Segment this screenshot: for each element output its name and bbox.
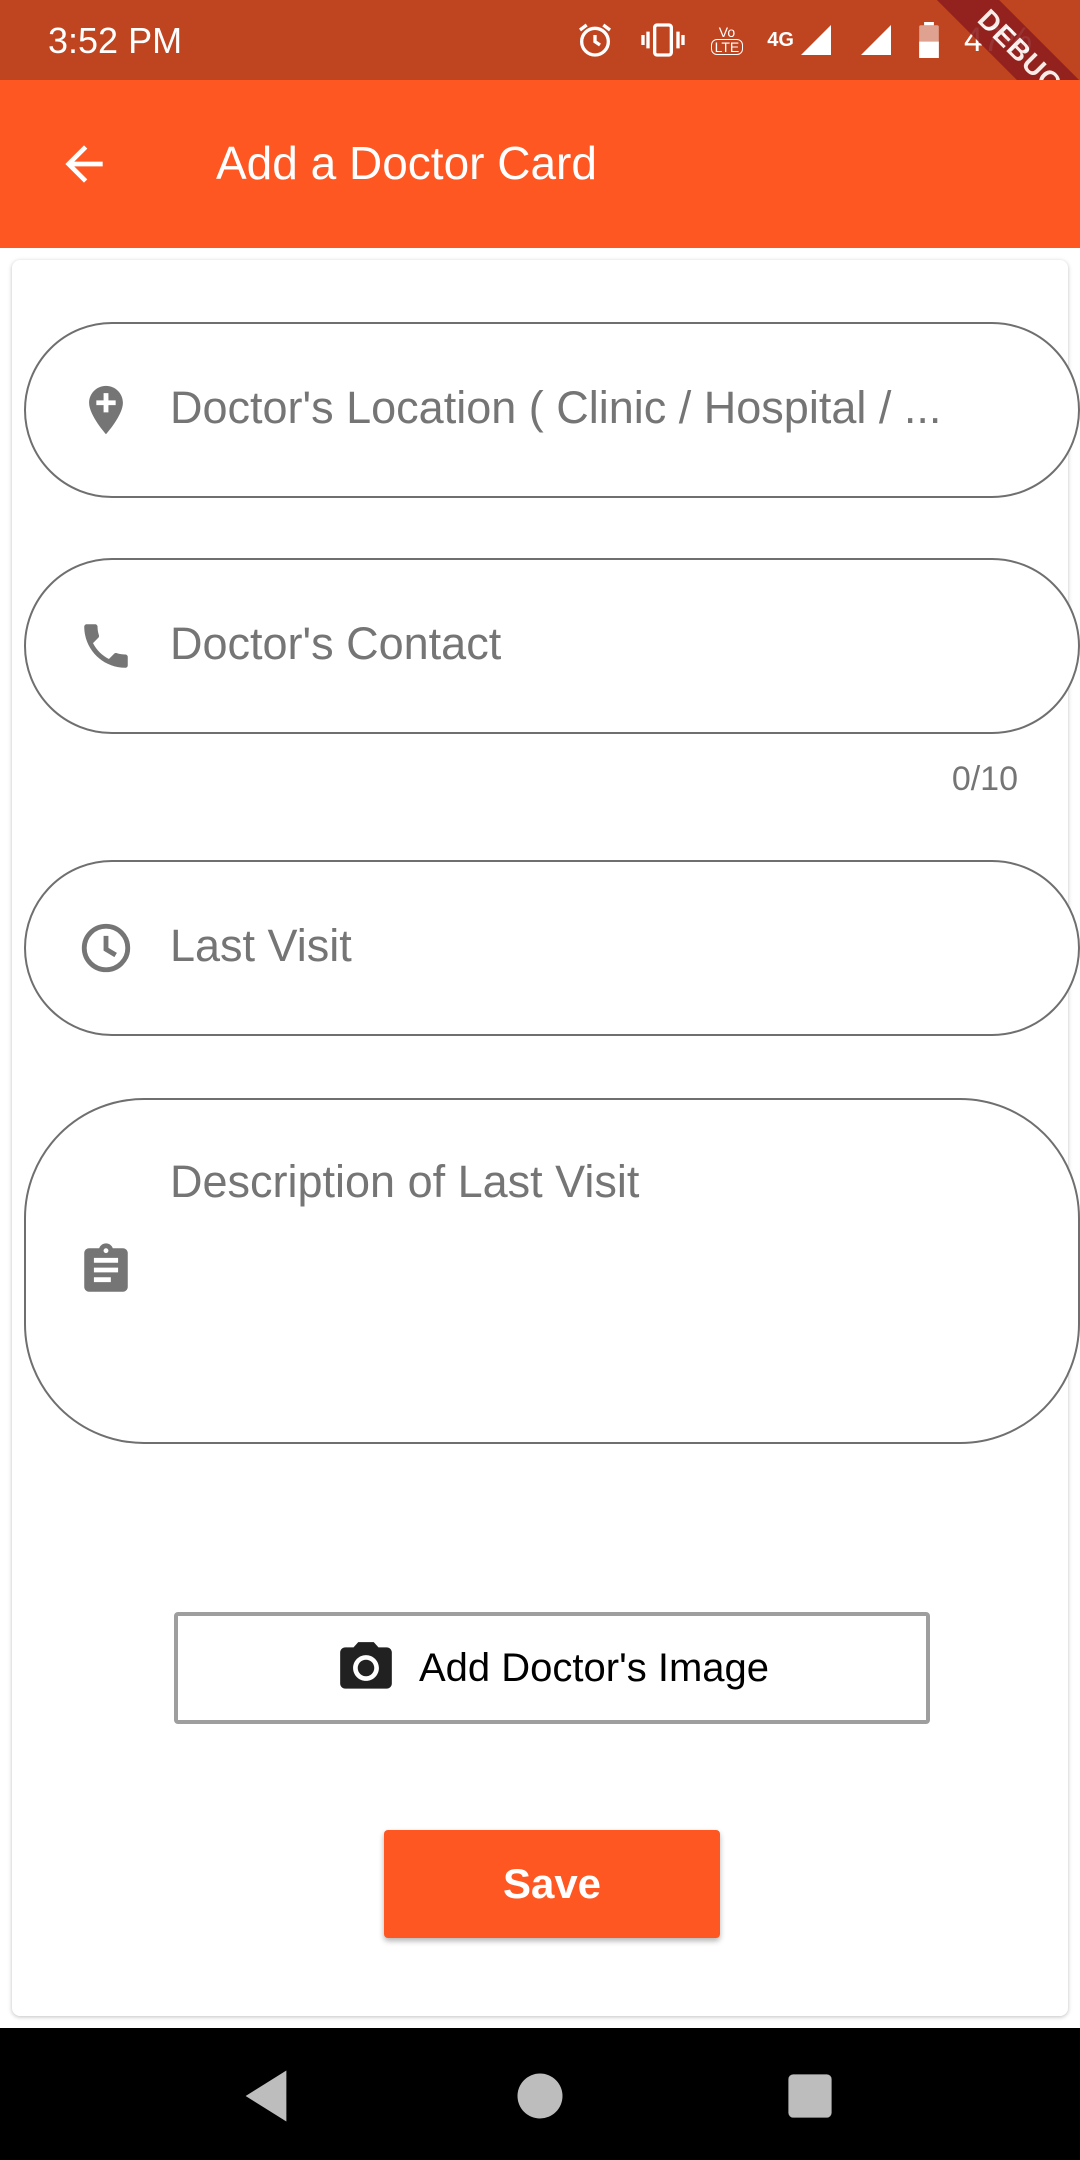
home-circle-icon bbox=[517, 2073, 563, 2119]
status-time: 3:52 PM bbox=[48, 20, 183, 61]
form-card: Doctor's Location ( Clinic / Hospital / … bbox=[12, 260, 1080, 2016]
description-placeholder: Description of Last Visit bbox=[170, 1156, 640, 1207]
page-title: Add a Doctor Card bbox=[216, 137, 597, 189]
contact-placeholder: Doctor's Contact bbox=[170, 618, 502, 669]
description-field[interactable]: Description of Last Visit bbox=[24, 1098, 1080, 1444]
alarm-icon bbox=[578, 23, 611, 57]
network-indicator: 4G bbox=[767, 22, 834, 58]
status-bar: 3:52 PM VoLTE 4G 47% DEBUG bbox=[0, 0, 1080, 160]
recents-square-icon bbox=[788, 2074, 832, 2118]
save-button[interactable]: Save bbox=[384, 1830, 720, 1938]
signal-icon bbox=[800, 25, 831, 55]
add-location-icon bbox=[66, 370, 146, 450]
save-label: Save bbox=[502, 1860, 602, 1907]
clock-icon bbox=[66, 908, 146, 988]
contact-field[interactable]: Doctor's Contact bbox=[24, 558, 1080, 734]
location-placeholder: Doctor's Location ( Clinic / Hospital / … bbox=[170, 382, 942, 433]
last-visit-placeholder: Last Visit bbox=[170, 920, 352, 971]
phone-icon bbox=[66, 606, 146, 686]
location-field[interactable]: Doctor's Location ( Clinic / Hospital / … bbox=[24, 322, 1080, 498]
nav-recents-button[interactable] bbox=[780, 2066, 840, 2126]
add-image-button[interactable]: Add Doctor's Image bbox=[174, 1612, 930, 1724]
back-button[interactable] bbox=[44, 124, 124, 204]
nav-home-button[interactable] bbox=[510, 2066, 570, 2126]
volte-icon: Vo LTE bbox=[710, 25, 744, 55]
signal-icon bbox=[860, 25, 891, 55]
navigation-bar bbox=[0, 2028, 1080, 2160]
camera-icon bbox=[340, 1642, 392, 1689]
battery-icon bbox=[919, 22, 939, 58]
contact-counter: 0/10 bbox=[951, 760, 1018, 798]
network-label: 4G bbox=[767, 28, 794, 51]
last-visit-field[interactable]: Last Visit bbox=[24, 860, 1080, 1036]
vibrate-icon bbox=[640, 23, 685, 57]
nav-back-button[interactable] bbox=[236, 2066, 296, 2126]
app-bar: Add a Doctor Card bbox=[0, 80, 1080, 248]
add-image-label: Add Doctor's Image bbox=[418, 1645, 770, 1690]
back-triangle-icon bbox=[245, 2070, 287, 2122]
volte-label: LTE bbox=[710, 39, 744, 55]
clipboard-icon bbox=[66, 1230, 146, 1310]
arrow-back-icon bbox=[65, 145, 103, 183]
